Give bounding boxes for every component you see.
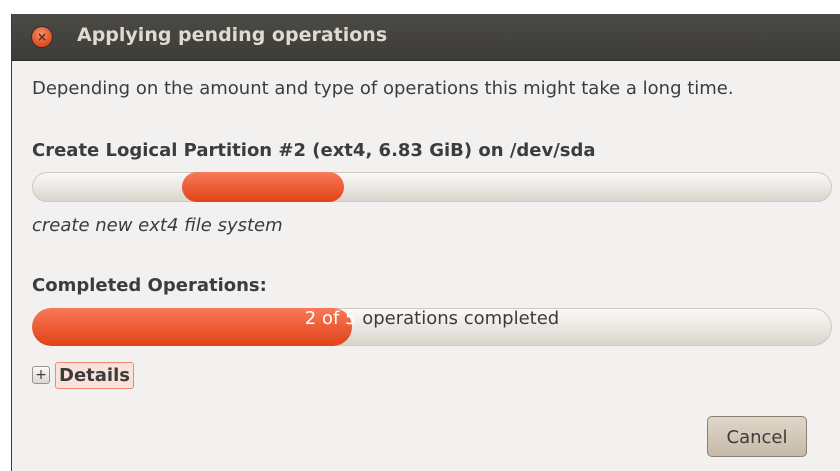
title-bar: × Applying pending operations — [12, 14, 840, 61]
current-subtask-text: create new ext4 file system — [32, 215, 283, 236]
current-operation-title: Create Logical Partition #2 (ext4, 6.83 … — [32, 140, 596, 161]
pulse-indicator — [182, 172, 344, 202]
description-text: Depending on the amount and type of oper… — [32, 78, 734, 99]
completed-count-text: 2 of 5 — [304, 308, 357, 329]
cancel-button[interactable]: Cancel — [707, 416, 807, 457]
completed-rest-text: operations completed — [356, 308, 560, 329]
completed-progress-text: 2 of 5 operations completed — [32, 308, 832, 346]
close-icon[interactable]: × — [32, 27, 52, 47]
window-title: Applying pending operations — [77, 24, 388, 46]
details-label[interactable]: Details — [55, 361, 134, 389]
dialog-window: × Applying pending operations Depending … — [11, 14, 840, 471]
current-operation-progress-bar — [32, 172, 832, 202]
plus-icon[interactable]: + — [32, 366, 50, 384]
completed-operations-label: Completed Operations: — [32, 275, 267, 296]
details-expander[interactable]: + Details — [32, 360, 134, 390]
completed-operations-progress-bar: 2 of 5 operations completed — [32, 308, 832, 346]
